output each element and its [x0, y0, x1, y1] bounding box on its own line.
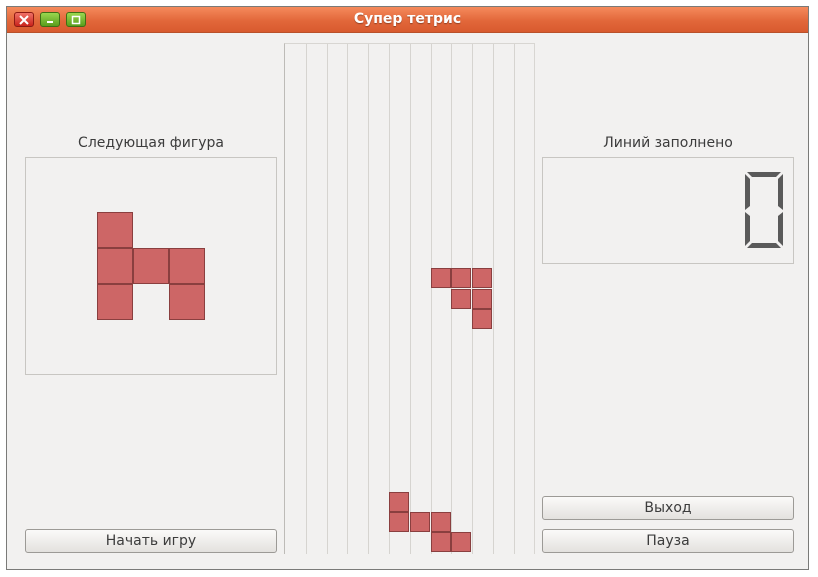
falling-piece-block: [472, 308, 493, 329]
next-piece-block: [169, 284, 205, 320]
falling-piece-block: [472, 268, 493, 289]
next-piece-label: Следующая фигура: [78, 135, 224, 151]
falling-piece-block: [451, 268, 472, 289]
board-grid-line: [513, 44, 515, 554]
window-title: Супер тетрис: [353, 11, 462, 27]
lcd-digit: [745, 172, 783, 248]
settled-block: [409, 511, 430, 532]
pause-button[interactable]: Пауза: [542, 529, 794, 553]
settled-block: [430, 511, 451, 532]
settled-block: [430, 532, 451, 553]
app-window: Супер тетрис Следующая фигура Начать игр…: [6, 6, 809, 570]
settled-block: [389, 491, 409, 512]
board-grid-line: [347, 44, 349, 554]
board-grid-line: [389, 44, 390, 554]
lines-counter-display: 0: [542, 157, 794, 264]
next-piece-block: [169, 248, 205, 284]
next-piece-block: [97, 212, 133, 248]
start-game-button[interactable]: Начать игру: [25, 529, 277, 553]
title-bar[interactable]: Супер тетрис: [7, 7, 808, 33]
settled-block: [389, 511, 409, 532]
lines-filled-label: Линий заполнено: [603, 135, 733, 151]
game-board[interactable]: [284, 43, 535, 554]
exit-button[interactable]: Выход: [542, 496, 794, 520]
next-piece-preview: [25, 157, 277, 375]
game-area: Следующая фигура Начать игру Линий запол…: [7, 33, 808, 569]
lines-filled-value: 0: [543, 158, 544, 159]
next-piece-block: [97, 248, 133, 284]
settled-block: [451, 532, 472, 553]
board-grid-line: [326, 44, 328, 554]
next-piece-block: [133, 248, 169, 284]
board-grid-line: [430, 44, 432, 554]
board-grid-line: [368, 44, 370, 554]
falling-piece-block: [430, 268, 451, 289]
next-piece-block: [97, 284, 133, 320]
board-grid-line: [409, 44, 411, 554]
board-grid-line: [305, 44, 307, 554]
falling-piece-block: [472, 288, 493, 309]
falling-piece-block: [451, 288, 472, 309]
board-grid-line: [493, 44, 494, 554]
